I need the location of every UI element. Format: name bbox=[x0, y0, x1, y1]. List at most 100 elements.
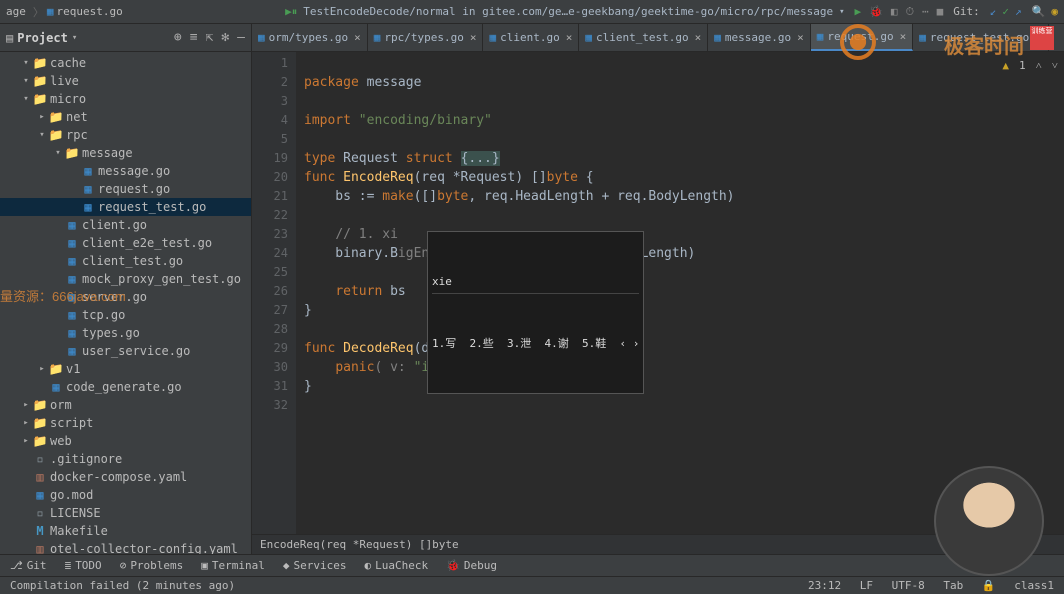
tree-node-web[interactable]: ▸📁web bbox=[0, 432, 251, 450]
stop-icon[interactable]: ■ bbox=[937, 5, 944, 18]
tree-node-makefile[interactable]: MMakefile bbox=[0, 522, 251, 540]
brand-tag: 训练营 bbox=[1030, 26, 1054, 50]
tab-luacheck[interactable]: ◐LuaCheck bbox=[365, 559, 429, 572]
expand-all-icon[interactable]: ≡ bbox=[190, 30, 198, 45]
code-editor[interactable]: package message import "encoding/binary"… bbox=[296, 52, 1064, 534]
tree-node-license[interactable]: ▫LICENSE bbox=[0, 504, 251, 522]
chevron-icon[interactable]: ▾ bbox=[36, 130, 48, 140]
go-icon: ▦ bbox=[64, 308, 80, 322]
tree-node-code-generate-go[interactable]: ▦code_generate.go bbox=[0, 378, 251, 396]
tree-node-script[interactable]: ▸📁script bbox=[0, 414, 251, 432]
vcs-push-icon[interactable]: ↗ bbox=[1015, 5, 1022, 18]
status-bar: Compilation failed (2 minutes ago) 23:12… bbox=[0, 576, 1064, 594]
gear-icon[interactable]: ✻ bbox=[221, 30, 229, 45]
tab-services[interactable]: ◆Services bbox=[283, 559, 347, 572]
go-icon: ▦ bbox=[64, 326, 80, 340]
git-branch-label[interactable]: Git: bbox=[953, 5, 980, 18]
coverage-icon[interactable]: ◧ bbox=[891, 5, 898, 18]
tree-node-otel-collector-config-yaml[interactable]: ▥otel-collector-config.yaml bbox=[0, 540, 251, 554]
tree-node-request-test-go[interactable]: ▦request_test.go bbox=[0, 198, 251, 216]
chevron-icon[interactable]: ▾ bbox=[52, 148, 64, 158]
ime-candidate-popup[interactable]: xie 1.写 2.些 3.泄 4.谢 5.鞋 ‹ › bbox=[427, 231, 644, 394]
tree-node-message-go[interactable]: ▦message.go bbox=[0, 162, 251, 180]
chevron-icon[interactable]: ▸ bbox=[20, 418, 32, 428]
tab-git[interactable]: ⎇Git bbox=[10, 559, 47, 572]
breadcrumb-segment[interactable]: age bbox=[6, 5, 26, 18]
settings-icon[interactable]: ◉ bbox=[1051, 5, 1058, 18]
tree-node-message[interactable]: ▾📁message bbox=[0, 144, 251, 162]
close-icon[interactable]: × bbox=[354, 31, 361, 44]
select-opened-file-icon[interactable]: ⊕ bbox=[174, 30, 182, 45]
folder-icon: 📁 bbox=[32, 434, 48, 448]
go-icon: ▦ bbox=[64, 254, 80, 268]
debug-icon[interactable]: 🐞 bbox=[869, 5, 883, 18]
editor-tab-message-go[interactable]: ▦message.go× bbox=[708, 24, 810, 51]
tree-node-go-mod[interactable]: ▦go.mod bbox=[0, 486, 251, 504]
chevron-icon[interactable]: ▾ bbox=[20, 58, 32, 68]
tree-node-v1[interactable]: ▸📁v1 bbox=[0, 360, 251, 378]
close-icon[interactable]: × bbox=[900, 30, 907, 43]
editor-tab-client-test-go[interactable]: ▦client_test.go× bbox=[579, 24, 708, 51]
tree-node-client-e2e-test-go[interactable]: ▦client_e2e_test.go bbox=[0, 234, 251, 252]
run-configuration[interactable]: ▶⏸ TestEncodeDecode/normal in gitee.com/… bbox=[285, 5, 844, 19]
close-icon[interactable]: × bbox=[470, 31, 477, 44]
tree-node-net[interactable]: ▸📁net bbox=[0, 108, 251, 126]
more-run-icon[interactable]: ⋯ bbox=[922, 5, 929, 18]
tree-node-orm[interactable]: ▸📁orm bbox=[0, 396, 251, 414]
caret-position[interactable]: 23:12 bbox=[808, 579, 841, 592]
ime-candidates[interactable]: 1.写 2.些 3.泄 4.谢 5.鞋 ‹ › bbox=[432, 334, 639, 353]
vcs-update-icon[interactable]: ↙ bbox=[990, 5, 997, 18]
tab-todo[interactable]: ≣TODO bbox=[65, 559, 102, 572]
tree-node-rpc[interactable]: ▾📁rpc bbox=[0, 126, 251, 144]
hide-icon[interactable]: — bbox=[237, 30, 245, 45]
line-number: 27 bbox=[252, 301, 288, 320]
chevron-icon[interactable]: ▾ bbox=[20, 94, 32, 104]
tree-node-request-go[interactable]: ▦request.go bbox=[0, 180, 251, 198]
chevron-down-icon[interactable]: ˅ bbox=[1052, 56, 1058, 75]
chevron-icon[interactable]: ▸ bbox=[36, 364, 48, 374]
vcs-commit-icon[interactable]: ✓ bbox=[1002, 5, 1009, 18]
tree-label: Makefile bbox=[50, 524, 108, 538]
editor-tab-orm-types-go[interactable]: ▦orm/types.go× bbox=[252, 24, 368, 51]
tree-node-docker-compose-yaml[interactable]: ▥docker-compose.yaml bbox=[0, 468, 251, 486]
chevron-down-icon[interactable]: ▾ bbox=[72, 33, 77, 43]
chevron-up-icon[interactable]: ˄ bbox=[1036, 56, 1042, 75]
project-title[interactable]: Project bbox=[17, 31, 68, 45]
go-file-icon: ▦ bbox=[258, 31, 265, 44]
line-separator[interactable]: LF bbox=[860, 579, 873, 592]
line-number: 21 bbox=[252, 187, 288, 206]
close-icon[interactable]: × bbox=[566, 31, 573, 44]
close-icon[interactable]: × bbox=[797, 31, 804, 44]
tree-node-client-test-go[interactable]: ▦client_test.go bbox=[0, 252, 251, 270]
search-icon[interactable]: 🔍 bbox=[1032, 5, 1046, 18]
tab-debug[interactable]: 🐞Debug bbox=[446, 559, 497, 572]
close-icon[interactable]: × bbox=[695, 31, 702, 44]
tree-node-types-go[interactable]: ▦types.go bbox=[0, 324, 251, 342]
line-number: 28 bbox=[252, 320, 288, 339]
chevron-icon[interactable]: ▸ bbox=[20, 436, 32, 446]
chevron-icon[interactable]: ▸ bbox=[20, 400, 32, 410]
tree-node-cache[interactable]: ▾📁cache bbox=[0, 54, 251, 72]
tree-node-user-service-go[interactable]: ▦user_service.go bbox=[0, 342, 251, 360]
tree-node--gitignore[interactable]: ▫.gitignore bbox=[0, 450, 251, 468]
tab-problems[interactable]: ⊘Problems bbox=[120, 559, 184, 572]
chevron-icon[interactable]: ▾ bbox=[20, 76, 32, 86]
file-encoding[interactable]: UTF-8 bbox=[892, 579, 925, 592]
collapse-all-icon[interactable]: ⇱ bbox=[206, 30, 214, 45]
tree-node-live[interactable]: ▾📁live bbox=[0, 72, 251, 90]
presenter-avatar bbox=[934, 466, 1044, 576]
profile-icon[interactable]: ⏱ bbox=[905, 5, 914, 19]
editor-tab-rpc-types-go[interactable]: ▦rpc/types.go× bbox=[368, 24, 484, 51]
indent-setting[interactable]: Tab bbox=[943, 579, 963, 592]
editor-tab-client-go[interactable]: ▦client.go× bbox=[483, 24, 579, 51]
run-icon[interactable]: ▶ bbox=[855, 5, 862, 18]
file-icon: ▫ bbox=[32, 452, 48, 466]
chevron-icon[interactable]: ▸ bbox=[36, 112, 48, 122]
tab-label: client.go bbox=[500, 31, 560, 44]
breadcrumb-file[interactable]: request.go bbox=[57, 5, 123, 18]
tab-terminal[interactable]: ▣Terminal bbox=[201, 559, 265, 572]
tree-node-micro[interactable]: ▾📁micro bbox=[0, 90, 251, 108]
context-label[interactable]: 🔒 class1 bbox=[982, 579, 1054, 592]
tree-node-tcp-go[interactable]: ▦tcp.go bbox=[0, 306, 251, 324]
tree-node-client-go[interactable]: ▦client.go bbox=[0, 216, 251, 234]
